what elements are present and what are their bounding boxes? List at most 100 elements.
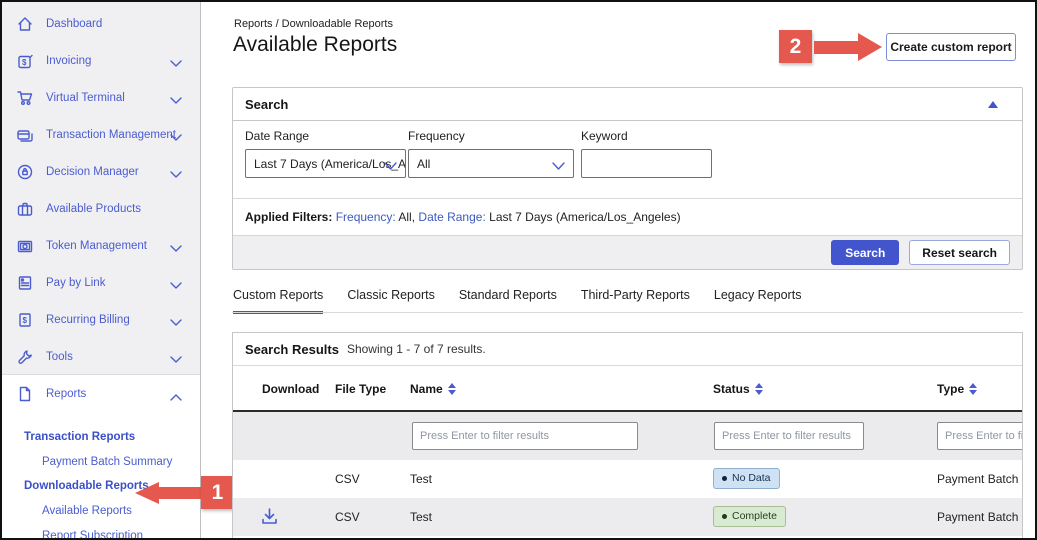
tabs-divider: [232, 312, 1023, 313]
date-range-label: Date Range: [245, 129, 406, 143]
sidebar-main-nav: Dashboard $ Invoicing Virtual Terminal: [2, 2, 200, 375]
sidebar-link-available-reports[interactable]: Available Reports: [2, 503, 200, 519]
keyword-input[interactable]: [581, 149, 712, 178]
frequency-select[interactable]: All: [408, 149, 574, 178]
chevron-down-icon: [170, 92, 182, 110]
briefcase-icon: [15, 199, 35, 219]
table-row: CSV Test No Data Payment Batch: [233, 460, 1022, 498]
breadcrumb[interactable]: Reports / Downloadable Reports: [234, 18, 393, 30]
annotation-arrowhead-left-icon: [135, 482, 159, 504]
keyword-label: Keyword: [581, 129, 712, 143]
sidebar-item-available-products[interactable]: Available Products: [2, 190, 200, 227]
sort-icon[interactable]: [448, 383, 456, 395]
collapse-caret-icon[interactable]: [988, 101, 998, 108]
status-text: Complete: [732, 510, 777, 522]
shield-lock-icon: [15, 162, 35, 182]
sidebar-item-reports[interactable]: Reports: [2, 375, 200, 412]
frequency-value: All: [417, 157, 430, 171]
status-badge: Complete: [713, 506, 786, 527]
sidebar-item-tools[interactable]: Tools: [2, 338, 200, 375]
card-icon: [15, 125, 35, 145]
sidebar-item-transaction-management[interactable]: Transaction Management: [2, 116, 200, 153]
create-custom-report-button[interactable]: Create custom report: [886, 33, 1016, 61]
sidebar-item-token-management[interactable]: Token Management: [2, 227, 200, 264]
table-filter-row: [233, 412, 1022, 460]
sidebar-item-invoicing[interactable]: $ Invoicing: [2, 42, 200, 79]
date-range-select[interactable]: Last 7 Days (America/Los_Angeles): [245, 149, 406, 178]
column-header-type[interactable]: Type: [937, 382, 977, 396]
sidebar-item-dashboard[interactable]: Dashboard: [2, 5, 200, 42]
frequency-label: Frequency: [408, 129, 574, 143]
sidebar-item-label: Pay by Link: [46, 277, 105, 289]
sidebar-item-pay-by-link[interactable]: Pay by Link: [2, 264, 200, 301]
page-title: Available Reports: [233, 33, 397, 57]
status-dot-icon: [722, 514, 727, 519]
sidebar-item-label: Invoicing: [46, 55, 91, 67]
cell-name: Test: [410, 510, 432, 524]
column-header-name[interactable]: Name: [410, 382, 456, 396]
chevron-down-icon: [384, 160, 397, 174]
chevron-down-icon: [170, 55, 182, 73]
search-fields: Date Range Last 7 Days (America/Los_Ange…: [233, 121, 1022, 199]
report-tabs: Custom Reports Classic Reports Standard …: [233, 288, 801, 314]
applied-filter-value: Last 7 Days (America/Los_Angeles): [489, 210, 680, 224]
frequency-field: Frequency All: [408, 129, 574, 178]
reset-search-button[interactable]: Reset search: [909, 240, 1010, 265]
tab-classic-reports[interactable]: Classic Reports: [347, 288, 435, 314]
search-results-panel: Search Results Showing 1 - 7 of 7 result…: [232, 332, 1023, 540]
sidebar-item-label: Reports: [46, 388, 86, 400]
column-header-label: Name: [410, 382, 443, 396]
sidebar-link-report-subscription-management[interactable]: Report Subscription Management: [2, 528, 200, 540]
annotation-step-1-badge: 1: [201, 476, 234, 509]
name-filter-input[interactable]: [412, 422, 638, 450]
column-header-download: Download: [262, 382, 319, 396]
tab-standard-reports[interactable]: Standard Reports: [459, 288, 557, 314]
billing-icon: $: [15, 310, 35, 330]
token-icon: [15, 236, 35, 256]
chevron-down-icon: [170, 166, 182, 184]
results-summary: Showing 1 - 7 of 7 results.: [347, 342, 486, 356]
cart-icon: [15, 88, 35, 108]
sidebar-item-label: Tools: [46, 351, 73, 363]
chevron-down-icon: [552, 160, 565, 174]
sidebar-item-label: Recurring Billing: [46, 314, 130, 326]
keyword-field: Keyword: [581, 129, 712, 178]
sidebar-link-payment-batch-summary[interactable]: Payment Batch Summary: [2, 454, 200, 470]
search-button[interactable]: Search: [831, 240, 899, 265]
cell-type: Payment Batch: [937, 472, 1018, 486]
tab-custom-reports[interactable]: Custom Reports: [233, 288, 323, 314]
results-header: Search Results Showing 1 - 7 of 7 result…: [233, 333, 1022, 366]
file-icon: [15, 384, 35, 404]
subnav-heading-transaction-reports: Transaction Reports: [2, 429, 200, 445]
sidebar-item-label: Decision Manager: [46, 166, 139, 178]
sidebar-item-virtual-terminal[interactable]: Virtual Terminal: [2, 79, 200, 116]
applied-filter-name: Frequency:: [336, 210, 396, 224]
sort-icon[interactable]: [969, 383, 977, 395]
applied-filter-name: Date Range:: [418, 210, 485, 224]
chevron-down-icon: [170, 351, 182, 369]
sort-icon[interactable]: [755, 383, 763, 395]
svg-text:$: $: [23, 316, 28, 325]
search-panel-footer: Search Reset search: [233, 235, 1022, 269]
column-header-status[interactable]: Status: [713, 382, 763, 396]
tab-third-party-reports[interactable]: Third-Party Reports: [581, 288, 690, 314]
results-title: Search Results: [245, 342, 339, 357]
column-header-file-type: File Type: [335, 382, 386, 396]
chevron-down-icon: [170, 277, 182, 295]
invoice-icon: $: [15, 51, 35, 71]
chevron-down-icon: [170, 129, 182, 147]
status-badge: No Data: [713, 468, 780, 489]
status-filter-input[interactable]: [714, 422, 864, 450]
search-panel: Search Date Range Last 7 Days (America/L…: [232, 87, 1023, 270]
column-header-label: Type: [937, 382, 964, 396]
tab-legacy-reports[interactable]: Legacy Reports: [714, 288, 802, 314]
sidebar: Dashboard $ Invoicing Virtual Terminal: [2, 2, 201, 538]
home-icon: [15, 14, 35, 34]
download-icon[interactable]: [259, 506, 280, 532]
sidebar-item-recurring-billing[interactable]: $ Recurring Billing: [2, 301, 200, 338]
paylink-icon: [15, 273, 35, 293]
sidebar-item-decision-manager[interactable]: Decision Manager: [2, 153, 200, 190]
type-filter-input[interactable]: [937, 422, 1023, 450]
search-panel-title: Search: [245, 97, 288, 112]
sidebar-item-label: Dashboard: [46, 18, 102, 30]
